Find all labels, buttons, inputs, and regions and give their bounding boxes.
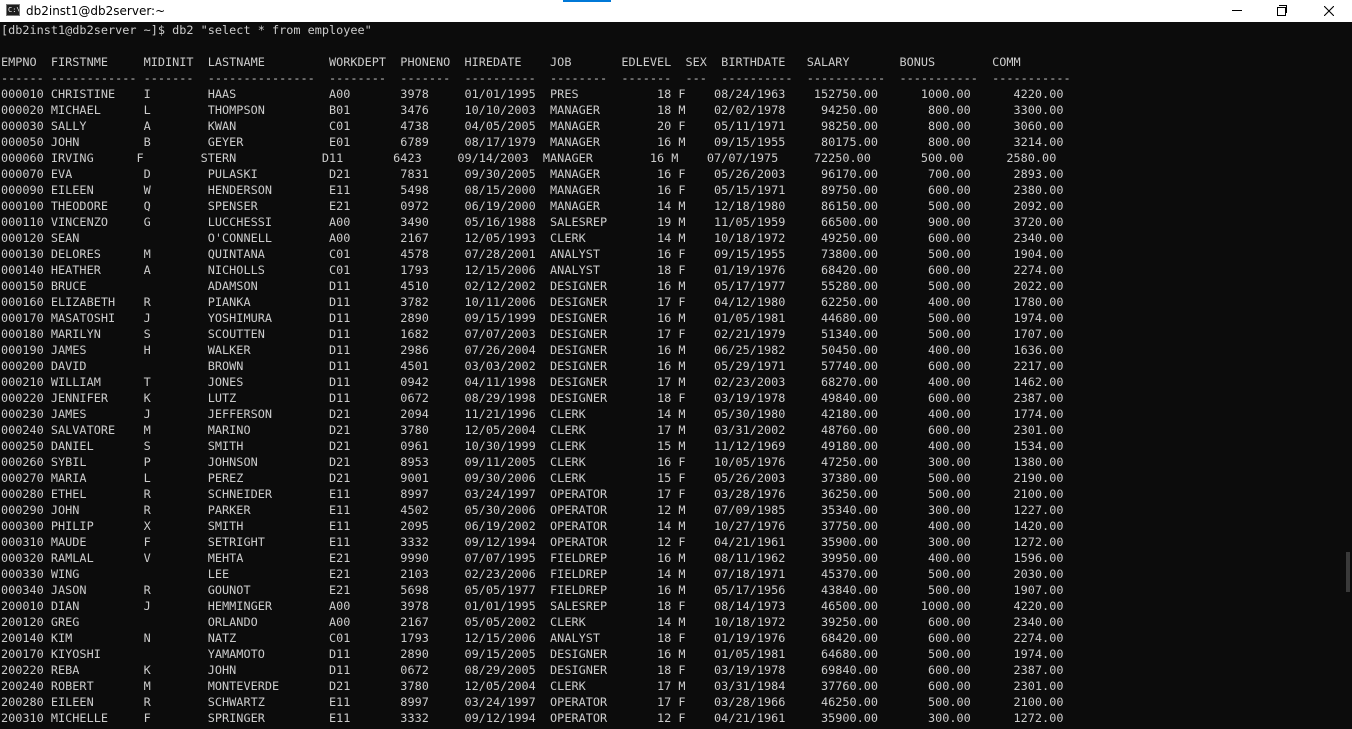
table-row: 000220 JENNIFER K LUTZ D11 0672 08/29/19… [1,391,1064,405]
table-row: 000110 VINCENZO G LUCCHESSI A00 3490 05/… [1,215,1064,229]
table-row: 000030 SALLY A KWAN C01 4738 04/05/2005 … [1,119,1064,133]
table-row: 000190 JAMES H WALKER D11 2986 07/26/200… [1,343,1064,357]
title-bar[interactable]: C:\ db2inst1@db2server:~ [0,0,1352,22]
table-row: 000060 IRVING F STERN D11 6423 09/14/200… [1,151,1057,165]
command-prompt-line: [db2inst1@db2server ~]$ db2 "select * fr… [1,23,372,37]
console-area[interactable]: [db2inst1@db2server ~]$ db2 "select * fr… [0,22,1344,729]
close-icon [1324,6,1334,16]
table-row: 000130 DELORES M QUINTANA C01 4578 07/28… [1,247,1064,261]
table-row: 200170 KIYOSHI YAMAMOTO D11 2890 09/15/2… [1,647,1064,661]
restore-icon-front [1277,7,1286,16]
scrollbar[interactable] [1344,22,1352,729]
table-row: 200310 MICHELLE F SPRINGER E11 3332 09/1… [1,711,1064,725]
table-row: 000310 MAUDE F SETRIGHT E11 3332 09/12/1… [1,535,1064,549]
table-row: 000230 JAMES J JEFFERSON D21 2094 11/21/… [1,407,1064,421]
table-row: 000120 SEAN O'CONNELL A00 2167 12/05/199… [1,231,1064,245]
table-row: 000150 BRUCE ADAMSON D11 4510 02/12/2002… [1,279,1064,293]
column-header-line: EMPNO FIRSTNME MIDINIT LASTNAME WORKDEPT… [1,55,1021,69]
table-row: 000330 WING LEE E21 2103 02/23/2006 FIEL… [1,567,1064,581]
table-row: 000180 MARILYN S SCOUTTEN D11 1682 07/07… [1,327,1064,341]
table-row: 200010 DIAN J HEMMINGER A00 3978 01/01/1… [1,599,1064,613]
table-row: 000240 SALVATORE M MARINO D21 3780 12/05… [1,423,1064,437]
scrollbar-thumb[interactable] [1346,552,1350,592]
table-row: 200140 KIM N NATZ C01 1793 12/15/2006 AN… [1,631,1064,645]
table-row: 000050 JOHN B GEYER E01 6789 08/17/1979 … [1,135,1064,149]
table-row: 200120 GREG ORLANDO A00 2167 05/05/2002 … [1,615,1064,629]
table-row: 000020 MICHAEL L THOMPSON B01 3476 10/10… [1,103,1064,117]
maximize-button[interactable] [1260,0,1306,22]
table-row: 000010 CHRISTINE I HAAS A00 3978 01/01/1… [1,87,1064,101]
table-row: 000250 DANIEL S SMITH D21 0961 10/30/199… [1,439,1064,453]
table-row: 000320 RAMLAL V MEHTA E21 9990 07/07/199… [1,551,1064,565]
table-row: 000260 SYBIL P JOHNSON D21 8953 09/11/20… [1,455,1064,469]
console-output: [db2inst1@db2server ~]$ db2 "select * fr… [1,22,1071,726]
window-title: db2inst1@db2server:~ [26,4,166,18]
table-row: 000140 HEATHER A NICHOLLS C01 1793 12/15… [1,263,1064,277]
result-rows: 000010 CHRISTINE I HAAS A00 3978 01/01/1… [1,86,1071,726]
table-row: 200240 ROBERT M MONTEVERDE D21 3780 12/0… [1,679,1064,693]
terminal-window: C:\ db2inst1@db2server:~ [db2inst1@db2se… [0,0,1352,729]
table-row: 000090 EILEEN W HENDERSON E11 5498 08/15… [1,183,1064,197]
table-row: 000160 ELIZABETH R PIANKA D11 3782 10/11… [1,295,1064,309]
table-row: 000300 PHILIP X SMITH E11 2095 06/19/200… [1,519,1064,533]
table-row: 000340 JASON R GOUNOT E21 5698 05/05/197… [1,583,1064,597]
terminal-icon: C:\ [6,4,20,16]
close-button[interactable] [1306,0,1352,22]
table-row: 200280 EILEEN R SCHWARTZ E11 8997 03/24/… [1,695,1064,709]
table-row: 000200 DAVID BROWN D11 4501 03/03/2002 D… [1,359,1064,373]
separator-line: ------ ------------ ------- ------------… [1,71,1071,85]
table-row: 000100 THEODORE Q SPENSER E21 0972 06/19… [1,199,1064,213]
table-row: 000210 WILLIAM T JONES D11 0942 04/11/19… [1,375,1064,389]
table-row: 000170 MASATOSHI J YOSHIMURA D11 2890 09… [1,311,1064,325]
title-accent-line [563,0,611,2]
table-row: 000290 JOHN R PARKER E11 4502 05/30/2006… [1,503,1064,517]
minimize-button[interactable] [1214,0,1260,22]
table-row: 000070 EVA D PULASKI D21 7831 09/30/2005… [1,167,1064,181]
table-row: 000280 ETHEL R SCHNEIDER E11 8997 03/24/… [1,487,1064,501]
table-row: 000270 MARIA L PEREZ D21 9001 09/30/2006… [1,471,1064,485]
table-row: 200220 REBA K JOHN D11 0672 08/29/2005 D… [1,663,1064,677]
